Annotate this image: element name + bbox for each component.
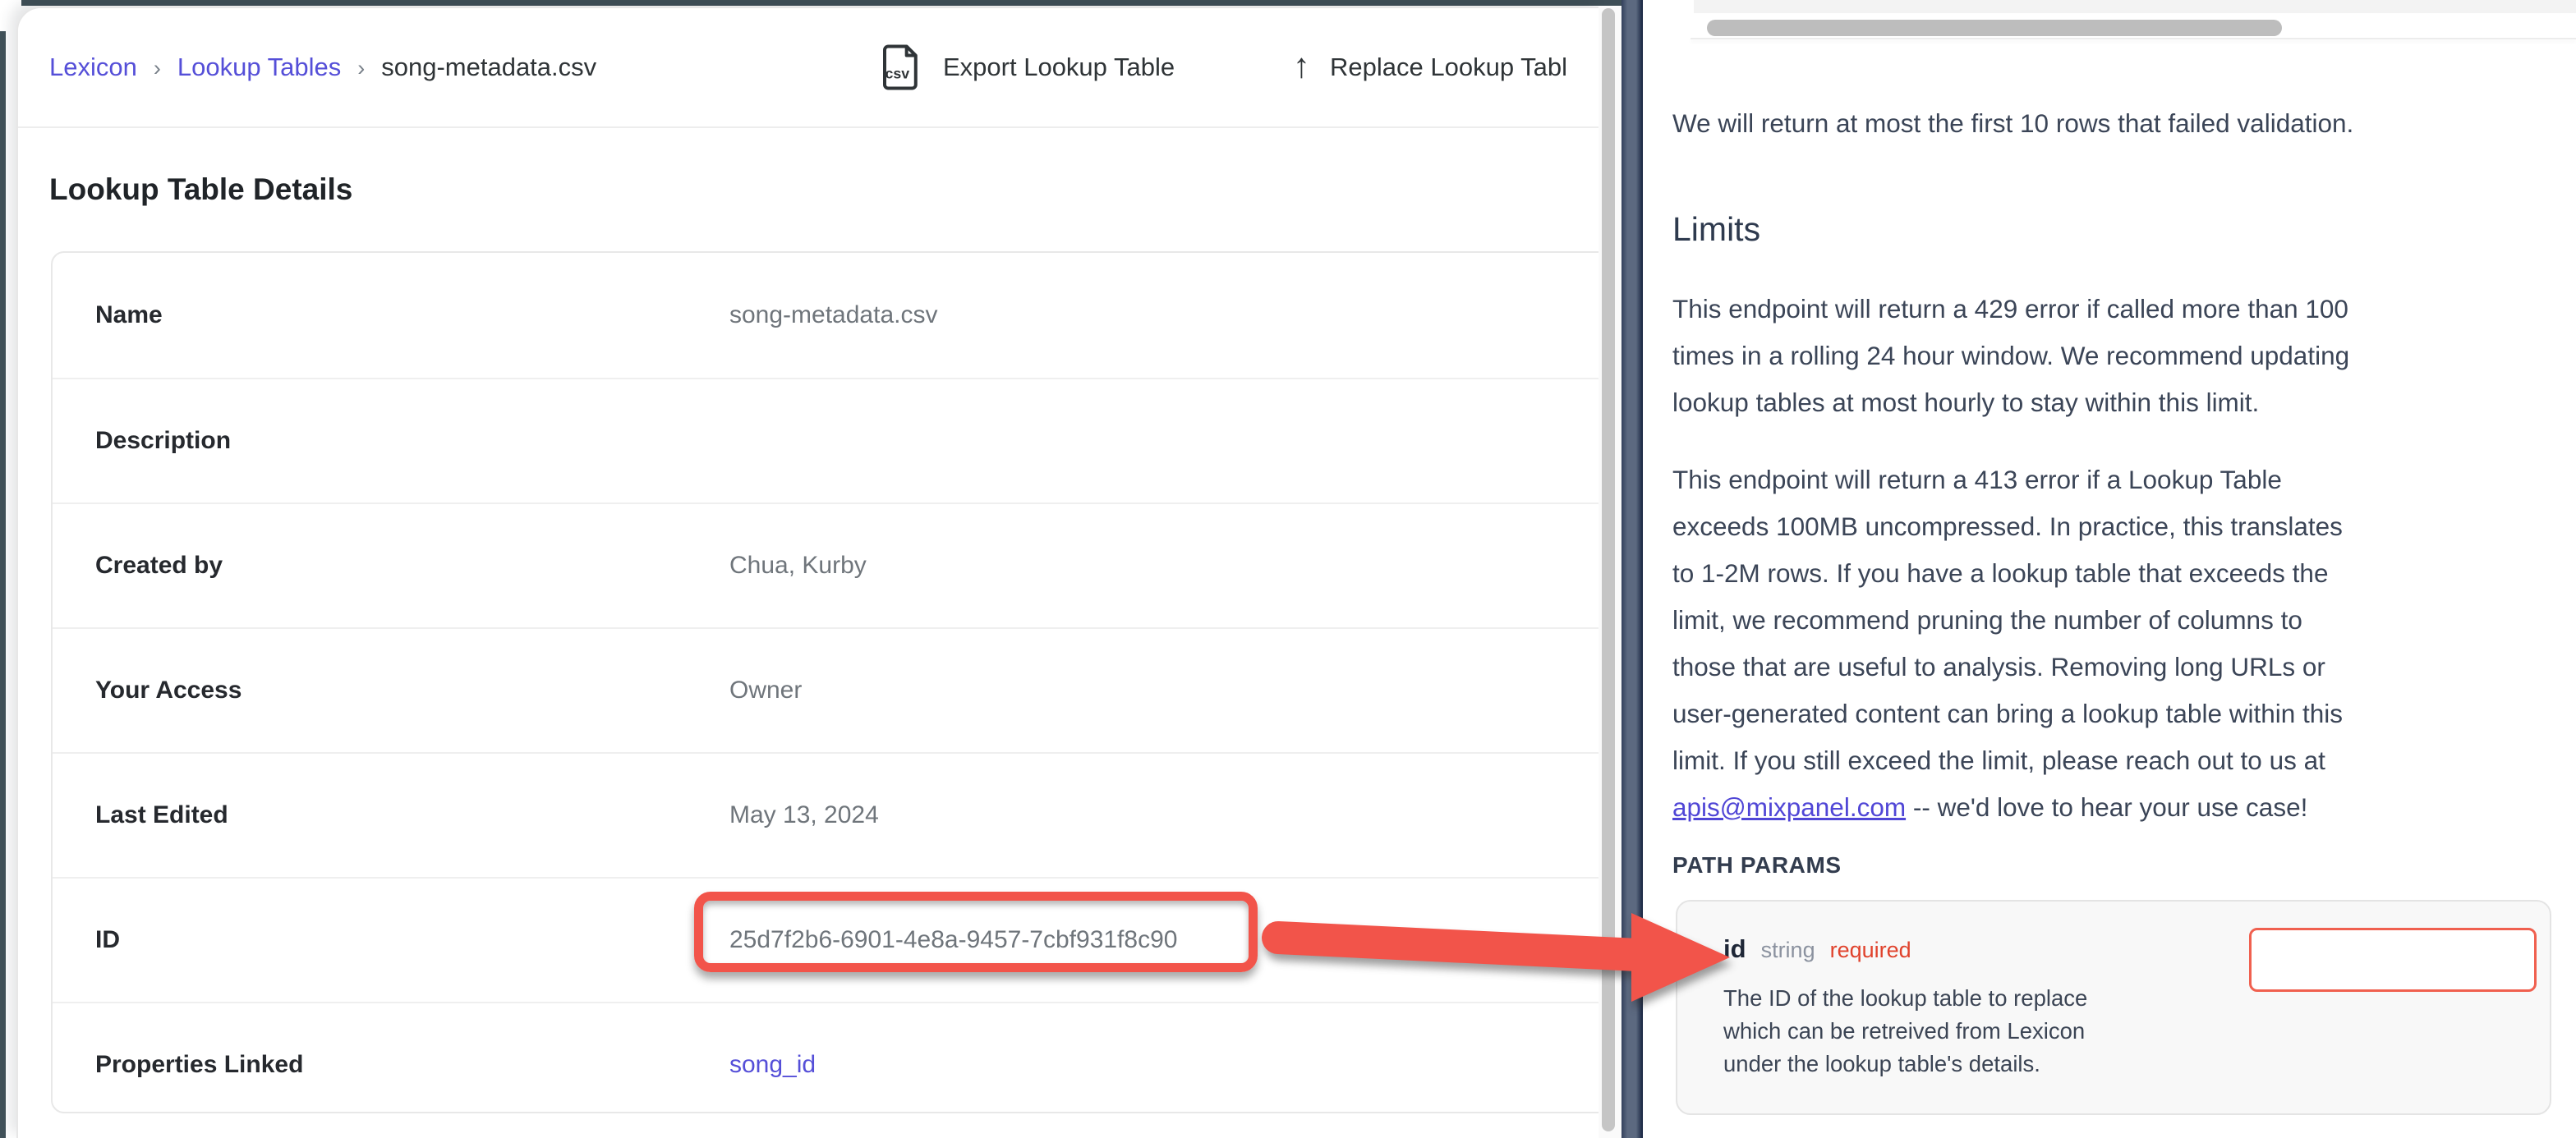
vertical-scrollbar-thumb[interactable]: [1602, 8, 1615, 1131]
limits-paragraph-2: This endpoint will return a 413 error if…: [1672, 457, 2564, 831]
param-required-badge: required: [1830, 938, 1911, 963]
param-header: id string required: [1723, 934, 1911, 964]
detail-row-id: ID 25d7f2b6-6901-4e8a-9457-7cbf931f8c90: [53, 877, 1600, 1002]
detail-value-last-edited: May 13, 2024: [729, 801, 879, 829]
detail-label: Name: [95, 301, 163, 329]
detail-row-last-edited: Last Edited May 13, 2024: [53, 752, 1600, 877]
param-description: The ID of the lookup table to replace wh…: [1723, 982, 2233, 1081]
detail-row-properties-linked: Properties Linked song_id: [53, 1002, 1600, 1127]
csv-file-icon: csv: [879, 43, 923, 92]
detail-value-properties-linked-link[interactable]: song_id: [729, 1051, 816, 1079]
lookup-table-details-panel: Lexicon › Lookup Tables › song-metadata.…: [16, 7, 1600, 1138]
details-card: Name song-metadata.csv Description Creat…: [51, 251, 1600, 1113]
breadcrumb-current-file: song-metadata.csv: [381, 53, 596, 82]
detail-value-id: 25d7f2b6-6901-4e8a-9457-7cbf931f8c90: [729, 926, 1177, 954]
docs-intro-text: We will return at most the first 10 rows…: [1672, 100, 2564, 147]
detail-label: Description: [95, 427, 231, 455]
path-param-card: id string required The ID of the lookup …: [1676, 900, 2551, 1115]
panel-header: Lexicon › Lookup Tables › song-metadata.…: [18, 8, 1600, 128]
detail-label: Your Access: [95, 677, 242, 704]
param-id-input[interactable]: [2249, 928, 2537, 992]
export-lookup-table-button[interactable]: csv Export Lookup Table: [879, 8, 1175, 126]
param-type: string: [1761, 938, 1815, 963]
screen: Lexicon › Lookup Tables › song-metadata.…: [0, 0, 2576, 1138]
breadcrumb-separator-icon: ›: [154, 56, 161, 81]
page-title: Lookup Table Details: [49, 172, 352, 207]
path-params-label: PATH PARAMS: [1672, 852, 1842, 879]
limits-paragraph-2-tail: -- we'd love to hear your use case!: [1906, 792, 2307, 822]
detail-label: Last Edited: [95, 801, 228, 829]
detail-row-created-by: Created by Chua, Kurby: [53, 502, 1600, 627]
detail-label: ID: [95, 926, 120, 954]
detail-label: Properties Linked: [95, 1051, 303, 1079]
api-docs-panel: We will return at most the first 10 rows…: [1643, 0, 2576, 1138]
detail-label: Created by: [95, 552, 223, 580]
apis-mixpanel-email-link[interactable]: apis@mixpanel.com: [1672, 792, 1906, 822]
replace-button-label: Replace Lookup Tabl: [1330, 53, 1567, 82]
detail-row-name: Name song-metadata.csv: [53, 253, 1600, 378]
docs-scrollbar-area: [1694, 0, 2576, 13]
param-name: id: [1723, 934, 1746, 964]
detail-row-description: Description: [53, 378, 1600, 502]
replace-lookup-table-button[interactable]: ↑ Replace Lookup Tabl: [1293, 8, 1567, 126]
breadcrumb: Lexicon › Lookup Tables › song-metadata.…: [49, 8, 596, 126]
breadcrumb-lexicon[interactable]: Lexicon: [49, 53, 137, 82]
limits-paragraph-2-text: This endpoint will return a 413 error if…: [1672, 465, 2343, 775]
window-divider: [1622, 0, 1643, 1138]
window-top-edge: [21, 0, 1622, 6]
detail-value-created-by: Chua, Kurby: [729, 552, 867, 580]
breadcrumb-separator-icon: ›: [357, 56, 365, 81]
detail-row-your-access: Your Access Owner: [53, 627, 1600, 752]
window-left-edge: [0, 31, 6, 1138]
limits-heading: Limits: [1672, 210, 1760, 249]
export-button-label: Export Lookup Table: [943, 53, 1175, 82]
docs-top-divider: [1690, 38, 2576, 39]
breadcrumb-lookup-tables[interactable]: Lookup Tables: [177, 53, 341, 82]
upload-arrow-icon: ↑: [1293, 48, 1310, 83]
detail-value-name: song-metadata.csv: [729, 301, 937, 329]
detail-value-your-access: Owner: [729, 677, 802, 704]
horizontal-scrollbar-thumb[interactable]: [1707, 20, 2282, 36]
svg-text:csv: csv: [885, 65, 909, 81]
limits-paragraph-1: This endpoint will return a 429 error if…: [1672, 286, 2564, 426]
